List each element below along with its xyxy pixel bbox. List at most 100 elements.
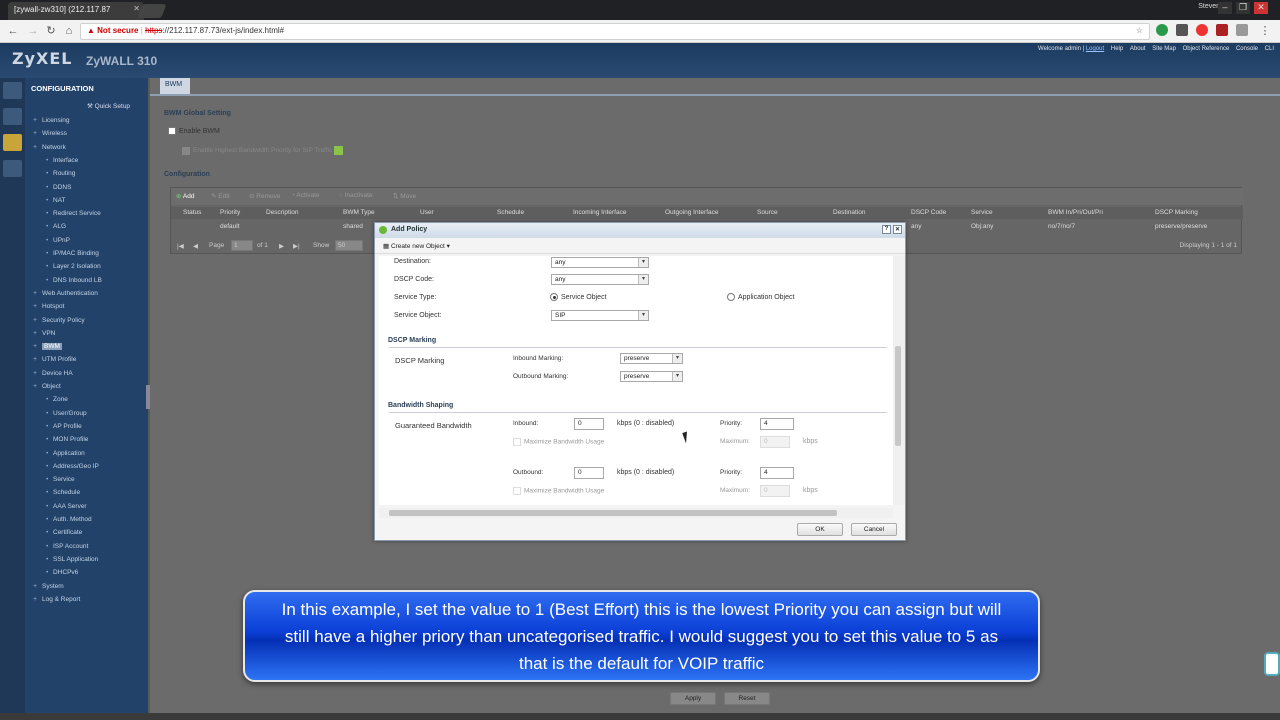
service-object-select[interactable]: SIP ▾ [551, 310, 649, 321]
inactivate-button[interactable]: ◌ Inactivate [339, 192, 373, 199]
enable-sip-checkbox[interactable] [182, 146, 190, 155]
info-icon[interactable] [334, 146, 344, 155]
sidebar-item-ddns[interactable]: DDNS [46, 184, 72, 191]
sidebar-item-security-policy[interactable]: Security Policy [33, 317, 85, 324]
sidebar-item-ssl-application[interactable]: SSL Application [46, 556, 98, 563]
cli-link[interactable]: CLI [1265, 46, 1274, 52]
extension-icon[interactable] [1216, 24, 1228, 36]
add-button[interactable]: ⊕ Add [176, 192, 194, 200]
sidebar-item-user-group[interactable]: User/Group [46, 410, 87, 417]
window-close-icon[interactable]: ✕ [1254, 2, 1268, 14]
sidebar-item-nat[interactable]: NAT [46, 197, 65, 204]
col-dscp-marking[interactable]: DSCP Marking [1155, 209, 1198, 216]
close-icon[interactable]: ✕ [893, 225, 902, 234]
menu-icon[interactable]: ⋮ [1258, 24, 1272, 38]
outbound-field[interactable]: 0 [574, 467, 604, 479]
dashboard-icon[interactable] [3, 82, 22, 99]
monitor-icon[interactable] [3, 108, 22, 125]
sidebar-item-mon-profile[interactable]: MON Profile [46, 436, 88, 443]
remove-button[interactable]: ⊖ Remove [249, 192, 280, 200]
maximize-icon[interactable]: ❐ [1236, 2, 1250, 14]
last-page-icon[interactable]: ▶| [293, 242, 300, 250]
inbound-maximize-checkbox[interactable] [513, 438, 521, 446]
sidebar-item-redirect-service[interactable]: Redirect Service [46, 210, 101, 217]
sidebar-item-dhcpv6[interactable]: DHCPv6 [46, 569, 78, 576]
logout-link[interactable]: Logout [1086, 46, 1104, 52]
sidebar-item-aaa-server[interactable]: AAA Server [46, 503, 87, 510]
col-bwm-type[interactable]: BWM Type [343, 209, 375, 216]
page-size-select[interactable]: 50 [335, 240, 363, 251]
destination-select[interactable]: any ▾ [551, 257, 649, 268]
sidebar-item-interface[interactable]: Interface [46, 157, 78, 164]
star-icon[interactable]: ☆ [1136, 26, 1143, 35]
scroll-thumb[interactable] [895, 346, 901, 446]
sidebar-item-ap-profile[interactable]: AP Profile [46, 423, 82, 430]
sidebar-item-schedule[interactable]: Schedule [46, 489, 80, 496]
sidebar-item-utm-profile[interactable]: UTM Profile [33, 356, 76, 363]
quick-setup-link[interactable]: ⚒ Quick Setup [87, 102, 130, 110]
col-service[interactable]: Service [971, 209, 993, 216]
sidebar-item-isp-account[interactable]: ISP Account [46, 543, 88, 550]
back-icon[interactable]: ← [6, 24, 20, 38]
tab-bwm[interactable]: BWM [160, 78, 190, 94]
col-destination[interactable]: Destination [833, 209, 866, 216]
cancel-button[interactable]: Cancel [851, 523, 897, 536]
help-link[interactable]: Help [1111, 46, 1123, 52]
sidebar-item-application[interactable]: Application [46, 450, 85, 457]
outbound-marking-select[interactable]: preserve ▾ [620, 371, 683, 382]
extension-icon[interactable] [1196, 24, 1208, 36]
page-input[interactable]: 1 [231, 240, 253, 251]
col-dscp-code[interactable]: DSCP Code [911, 209, 946, 216]
sidebar-item-system[interactable]: System [33, 583, 64, 590]
sidebar-item-routing[interactable]: Routing [46, 170, 76, 177]
profile-name[interactable]: Steven [1198, 3, 1220, 10]
outbound-priority-field[interactable]: 4 [760, 467, 794, 479]
col-source[interactable]: Source [757, 209, 778, 216]
sidebar-item-ip-mac-binding[interactable]: IP/MAC Binding [46, 250, 99, 257]
console-link[interactable]: Console [1236, 46, 1258, 52]
col-description[interactable]: Description [266, 209, 299, 216]
extension-icon[interactable] [1236, 24, 1248, 36]
sidebar-item-wireless[interactable]: Wireless [33, 130, 67, 137]
side-widget-icon[interactable] [1264, 652, 1280, 676]
horizontal-scrollbar[interactable] [379, 508, 893, 518]
next-page-icon[interactable]: ▶ [279, 242, 284, 250]
sidebar-item-network[interactable]: Network [33, 144, 66, 151]
col-priority[interactable]: Priority [220, 209, 240, 216]
reset-button[interactable]: Reset [724, 692, 770, 705]
configuration-icon[interactable] [3, 134, 22, 151]
sidebar-item-layer-2-isolation[interactable]: Layer 2 Isolation [46, 263, 101, 270]
col-status[interactable]: Status [183, 209, 201, 216]
scroll-thumb[interactable] [389, 510, 837, 516]
application-object-radio[interactable]: Application Object [727, 293, 794, 301]
home-icon[interactable]: ⌂ [62, 24, 76, 38]
sidebar-item-certificate[interactable]: Certificate [46, 529, 82, 536]
sidebar-item-dns-inbound-lb[interactable]: DNS Inbound LB [46, 277, 102, 284]
sidebar-item-hotspot[interactable]: Hotspot [33, 303, 65, 310]
dscp-code-select[interactable]: any ▾ [551, 274, 649, 285]
sidebar-item-bwm[interactable]: BWM [33, 343, 62, 351]
activate-button[interactable]: ◔ Activate [291, 192, 320, 199]
extension-icon[interactable] [1176, 24, 1188, 36]
create-object-button[interactable]: ▦ Create new Object ▾ [383, 243, 450, 250]
outbound-maximum-field[interactable]: 0 [760, 485, 790, 497]
enable-bwm-checkbox[interactable] [168, 127, 176, 135]
col-schedule[interactable]: Schedule [497, 209, 524, 216]
sidebar-item-auth-method[interactable]: Auth. Method [46, 516, 92, 523]
edit-button[interactable]: ✎ Edit [211, 192, 229, 200]
browser-tab[interactable]: [zywall-zw310] (212.117.87 ✕ [8, 2, 144, 20]
col-incoming-interface[interactable]: Incoming Interface [573, 209, 626, 216]
move-button[interactable]: ⇅ Move [393, 192, 416, 200]
col-bwm[interactable]: BWM In/Pri/Out/Pri [1048, 209, 1103, 216]
sidebar-item-zone[interactable]: Zone [46, 396, 68, 403]
sidebar-item-web-authentication[interactable]: Web Authentication [33, 290, 98, 297]
sidebar-item-alg[interactable]: ALG [46, 223, 66, 230]
sidebar-item-upnp[interactable]: UPnP [46, 237, 70, 244]
col-outgoing-interface[interactable]: Outgoing Interface [665, 209, 718, 216]
apply-button[interactable]: Apply [670, 692, 716, 705]
service-object-radio[interactable]: Service Object [550, 293, 607, 301]
sidebar-item-licensing[interactable]: Licensing [33, 117, 70, 124]
object-reference-link[interactable]: Object Reference [1183, 46, 1230, 52]
maintenance-icon[interactable] [3, 160, 22, 177]
new-tab-button[interactable] [137, 4, 167, 18]
